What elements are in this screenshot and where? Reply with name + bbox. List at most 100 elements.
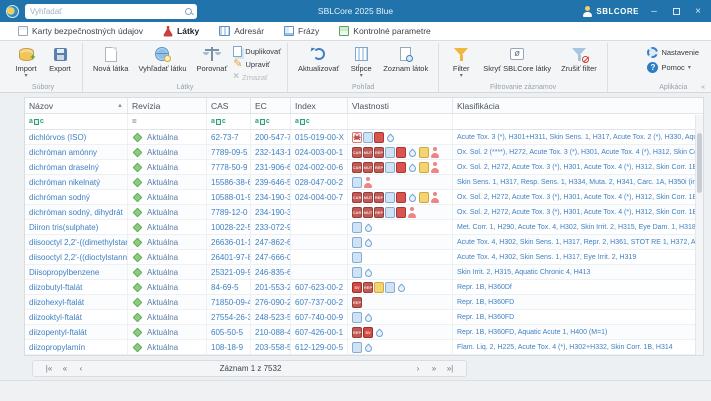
filter-properties[interactable] (348, 114, 453, 129)
column-header-ec[interactable]: EC (251, 98, 291, 113)
button-label: Zoznam látok (383, 64, 429, 73)
table-row[interactable]: dichlórvos (ISO) Aktuálna 62-73-7 200-54… (25, 130, 703, 145)
cell-index (291, 265, 348, 279)
maximize-button[interactable] (669, 4, 683, 18)
column-header-name[interactable]: Názov ▲ (25, 98, 128, 113)
global-search[interactable] (25, 3, 197, 19)
settings-button[interactable]: Nastavenie (647, 47, 699, 58)
table-row[interactable]: diisooctyl 2,2'-((dioctylstannylene)bis.… (25, 250, 703, 265)
filter-name[interactable]: ac (25, 114, 128, 129)
column-header-revision[interactable]: Revízia (128, 98, 207, 113)
delete-button[interactable]: × Zmazať (233, 72, 281, 82)
title-bar: SBLCore 2025 Blue SBLCORE – × (0, 0, 711, 22)
filter-classification[interactable] (453, 114, 703, 129)
maximize-icon (672, 7, 680, 15)
column-header-cas[interactable]: CAS (207, 98, 251, 113)
repr-icon (363, 281, 373, 293)
filter-revision[interactable]: = (128, 114, 207, 129)
column-header-classification[interactable]: Klasifikácia (453, 98, 703, 113)
export-button[interactable]: Export (44, 44, 76, 74)
chevron-down-icon: ▾ (459, 73, 463, 80)
collapse-ribbon-icon[interactable]: « (701, 84, 705, 91)
svhc-icon (363, 326, 373, 338)
column-header-index[interactable]: Index (291, 98, 348, 113)
search-icon[interactable] (185, 7, 192, 15)
table-row[interactable]: dichróman sodný, dihydrát Aktuálna 7789-… (25, 205, 703, 220)
cell-ec: 234-190-3 (251, 205, 291, 219)
help-button[interactable]: ? Pomoc ▾ (647, 62, 699, 73)
filter-index[interactable]: ac (291, 114, 348, 129)
last-record-button[interactable]: »| (442, 364, 458, 373)
cell-cas: 84-69-5 (207, 280, 251, 294)
table-row[interactable]: diizohexyl-ftalát Aktuálna 71850-09-4 27… (25, 295, 703, 310)
scrollbar-thumb[interactable] (697, 133, 702, 193)
globe-search-icon (155, 47, 172, 62)
next-record-button[interactable]: › (410, 364, 426, 373)
columns-icon (354, 47, 368, 61)
filter-cas[interactable]: ac (207, 114, 251, 129)
phrases-icon (284, 26, 295, 36)
compare-button[interactable]: Porovnať (193, 44, 232, 74)
close-button[interactable]: × (691, 4, 705, 18)
columns-button[interactable]: Stĺpce ▾ (345, 44, 377, 80)
button-label: Pomoc (661, 63, 685, 72)
table-row[interactable]: dichróman draselný Aktuálna 7778-50-9 23… (25, 160, 703, 175)
substance-list-button[interactable]: Zoznam látok (379, 44, 432, 74)
filter-ec[interactable]: ac (251, 114, 291, 129)
refresh-button[interactable]: Aktualizovať (294, 44, 343, 74)
duplicate-button[interactable]: Duplikovať (233, 46, 281, 57)
hide-sblcore-substances-button[interactable]: ø Skryť SBLCore látky (479, 44, 555, 74)
stot-icon (419, 146, 429, 158)
tab-phrases[interactable]: Frázy (276, 24, 327, 38)
new-substance-button[interactable]: Nová látka (89, 44, 132, 74)
revision-label: Aktuálna (147, 267, 179, 277)
minimize-button[interactable]: – (647, 4, 661, 18)
first-record-button[interactable]: |« (41, 364, 57, 373)
person-icon (430, 161, 439, 173)
cell-index (291, 220, 348, 234)
cell-cas: 7789-12-0 (207, 205, 251, 219)
table-row[interactable]: diizopropylamín Aktuálna 108-18-9 203-55… (25, 340, 703, 355)
search-substance-button[interactable]: Vyhľadať látku (134, 44, 190, 74)
cell-classification: Repr. 1B, H360Df (457, 283, 512, 291)
resp-icon (352, 176, 362, 188)
person-icon (430, 146, 439, 158)
table-row[interactable]: Diisopropylbenzene Aktuálna 25321-09-9 2… (25, 265, 703, 280)
prev-page-button[interactable]: « (57, 364, 73, 373)
tab-safety-data-sheets[interactable]: Karty bezpečnostných údajov (10, 24, 151, 38)
edit-button[interactable]: ✎ Upraviť (233, 59, 281, 70)
revision-label: Aktuálna (147, 312, 179, 322)
table-row[interactable]: dichróman nikelnatý Aktuálna 15586-38-6 … (25, 175, 703, 190)
prev-record-button[interactable]: ‹ (73, 364, 89, 373)
column-header-properties[interactable]: Vlastnosti (348, 98, 453, 113)
table-row[interactable]: diizooktyl-ftalát Aktuálna 27554-26-3 24… (25, 310, 703, 325)
table-row[interactable]: Diiron tris(sulphate) Aktuálna 10028-22-… (25, 220, 703, 235)
clear-filter-button[interactable]: Zrušiť filter (557, 44, 601, 74)
cell-classification: Ox. Sol. 2, H272, Acute Tox. 3 (*), H301… (457, 193, 703, 201)
search-input[interactable] (30, 6, 185, 16)
table-row[interactable]: diisooctyl 2,2'-((dimethylstannylene)...… (25, 235, 703, 250)
cell-cas: 108-18-9 (207, 340, 251, 354)
account-button[interactable]: SBLCORE (582, 5, 639, 17)
revision-label: Aktuálna (147, 222, 179, 232)
cell-name: dichlórvos (ISO) (25, 130, 128, 144)
cell-revision: Aktuálna (128, 220, 207, 234)
user-icon (582, 5, 593, 17)
group-label: Látky (176, 84, 194, 91)
table-row[interactable]: diizopentyl-ftalát Aktuálna 605-50-5 210… (25, 325, 703, 340)
import-button[interactable]: Import ▾ (10, 44, 42, 80)
drop-icon (363, 238, 374, 248)
cell-ec: 247-862-6 (251, 235, 291, 249)
table-row[interactable]: dichróman sodný Aktuálna 10588-01-9 234-… (25, 190, 703, 205)
delete-icon: × (233, 71, 240, 82)
cell-name: Diiron tris(sulphate) (25, 220, 128, 234)
next-page-button[interactable]: » (426, 364, 442, 373)
table-row[interactable]: diizobutyl-ftalát Aktuálna 84-69-5 201-5… (25, 280, 703, 295)
button-label: Vyhľadať látku (138, 64, 187, 73)
tab-control-parameters[interactable]: Kontrolné parametre (331, 24, 439, 38)
vertical-scrollbar[interactable] (695, 115, 703, 355)
tab-substances[interactable]: Látky (155, 24, 207, 39)
table-row[interactable]: dichróman amónny Aktuálna 7789-09-5 232-… (25, 145, 703, 160)
filter-button[interactable]: Filter ▾ (445, 44, 477, 80)
tab-address-book[interactable]: Adresár (211, 24, 272, 38)
